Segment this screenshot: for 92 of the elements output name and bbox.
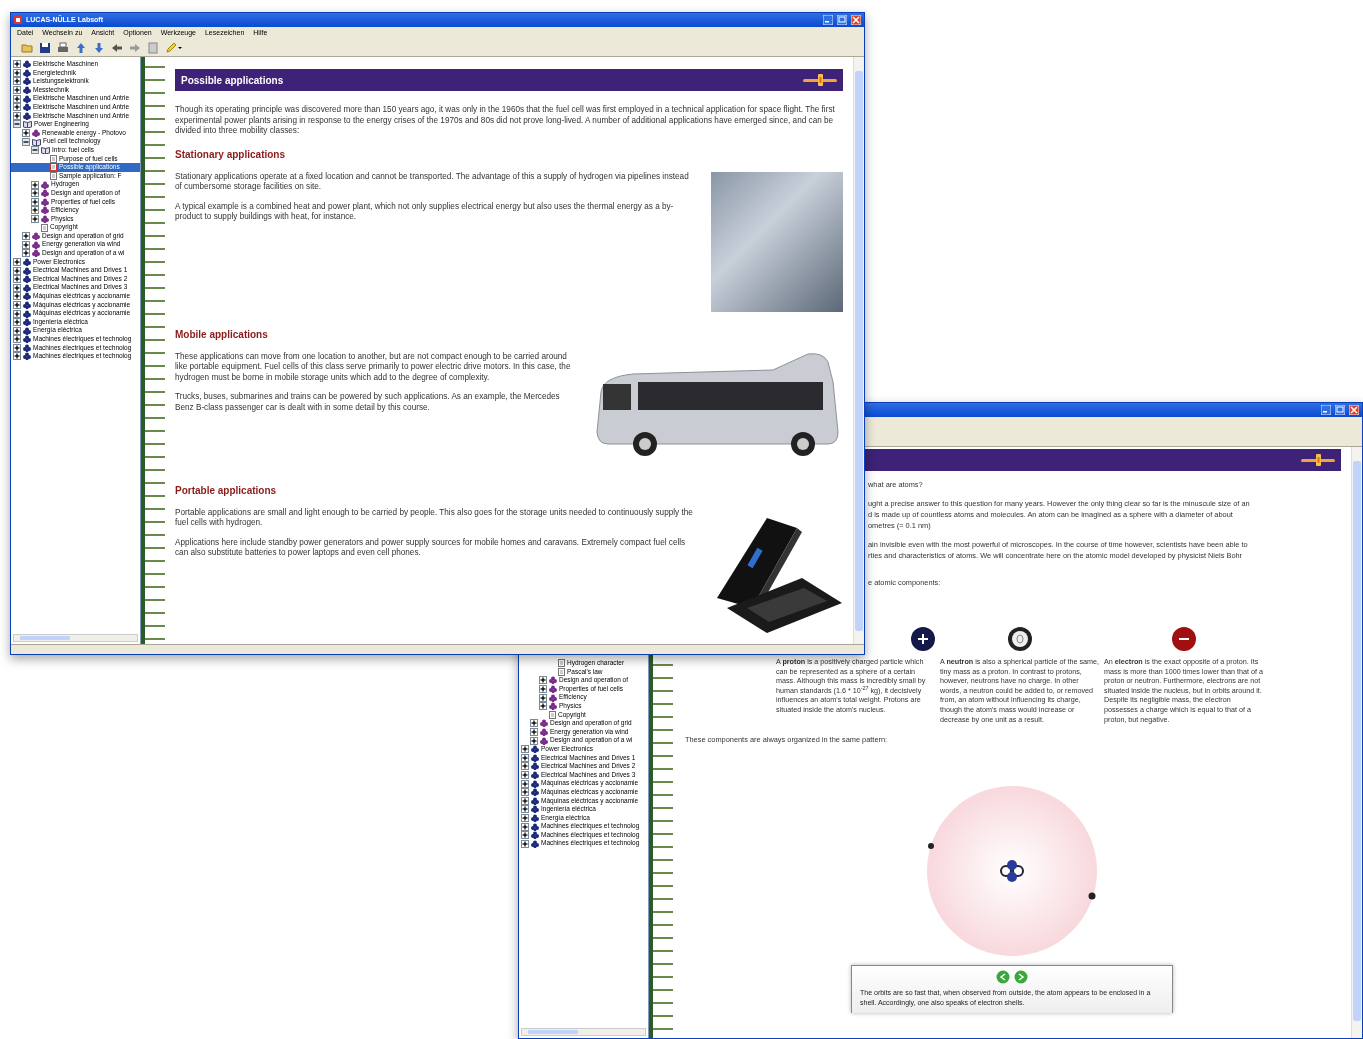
expand-toggle[interactable] bbox=[539, 702, 547, 711]
left-arrow-icon[interactable] bbox=[111, 42, 123, 54]
close-icon[interactable] bbox=[1349, 405, 1359, 415]
expand-toggle[interactable] bbox=[530, 719, 538, 728]
book-icon bbox=[32, 137, 41, 146]
horizontal-scrollbar[interactable] bbox=[521, 1028, 646, 1036]
expand-toggle[interactable] bbox=[13, 292, 21, 301]
book-icon bbox=[23, 120, 32, 129]
section-heading: Portable applications bbox=[175, 483, 278, 498]
expand-toggle[interactable] bbox=[13, 68, 21, 77]
electron-icon bbox=[1171, 626, 1197, 652]
expand-toggle[interactable] bbox=[31, 197, 39, 206]
expand-toggle[interactable] bbox=[521, 753, 529, 762]
expand-toggle[interactable] bbox=[530, 728, 538, 737]
neutron-icon bbox=[1007, 626, 1033, 652]
logo-icon bbox=[803, 74, 837, 86]
back-button[interactable] bbox=[996, 970, 1010, 985]
expand-toggle[interactable] bbox=[31, 146, 39, 155]
expand-toggle[interactable] bbox=[31, 189, 39, 198]
save-icon[interactable] bbox=[39, 42, 51, 54]
expand-toggle[interactable] bbox=[13, 352, 21, 361]
expand-toggle[interactable] bbox=[521, 831, 529, 840]
expand-toggle[interactable] bbox=[13, 60, 21, 69]
up-arrow-icon[interactable] bbox=[75, 42, 87, 54]
expand-toggle[interactable] bbox=[539, 676, 547, 685]
expand-toggle[interactable] bbox=[521, 805, 529, 814]
expand-toggle[interactable] bbox=[13, 300, 21, 309]
paragraph: Trucks, buses, submarines and trains can be powered by such applications. As an example, the Mercedes Benz B-class passenger car is dealt with in some detail by this course. bbox=[175, 392, 561, 413]
expand-toggle[interactable] bbox=[13, 326, 21, 335]
expand-toggle[interactable] bbox=[521, 796, 529, 805]
section-heading: Mobile applications bbox=[175, 327, 269, 342]
expand-toggle[interactable] bbox=[13, 77, 21, 86]
expand-toggle[interactable] bbox=[22, 129, 30, 138]
expand-toggle[interactable] bbox=[13, 343, 21, 352]
expand-toggle[interactable] bbox=[521, 788, 529, 797]
logo-icon bbox=[1301, 454, 1335, 466]
expand-toggle[interactable] bbox=[521, 771, 529, 779]
expand-toggle[interactable] bbox=[22, 240, 30, 249]
page-icon bbox=[549, 710, 556, 719]
maximize-icon[interactable] bbox=[1335, 405, 1345, 415]
expand-toggle[interactable] bbox=[13, 283, 21, 292]
expand-toggle[interactable] bbox=[521, 762, 529, 771]
expand-toggle[interactable] bbox=[521, 814, 529, 822]
minimize-icon[interactable] bbox=[1321, 405, 1331, 415]
expand-toggle[interactable] bbox=[22, 249, 30, 258]
expand-toggle[interactable] bbox=[13, 318, 21, 327]
expand-toggle[interactable] bbox=[22, 137, 30, 146]
expand-toggle[interactable] bbox=[31, 180, 39, 189]
app-icon bbox=[14, 16, 22, 24]
intro-paragraph: Though its operating principle was discovered more than 150 years ago, it was only in the 1960s that the fuel cell was first employed in a technical application for space flight. The first experimental power plants arising in response to the energy crises of the 1970s and 80s did not prove long-lived. A number of additional applications have emerged since, and can be divided into three mobility classes: bbox=[175, 105, 836, 137]
paragraph: These applications can move from one location to another, but are not compact enough to be carried around like portable equipment. Fuel cells of this class serve primarily to power electric drive motors. In this case, the hydrogen must be borne in mobile storage units which add to the degree of complexity. bbox=[175, 351, 572, 383]
expand-toggle[interactable] bbox=[530, 736, 538, 745]
expand-toggle[interactable] bbox=[13, 120, 21, 129]
minimize-icon[interactable] bbox=[823, 15, 833, 25]
expand-toggle[interactable] bbox=[521, 745, 529, 754]
expand-toggle[interactable] bbox=[13, 335, 21, 344]
print-icon[interactable] bbox=[57, 42, 69, 54]
expand-toggle[interactable] bbox=[13, 86, 21, 95]
expand-toggle[interactable] bbox=[31, 215, 39, 223]
expand-toggle[interactable] bbox=[13, 275, 21, 284]
paragraph: Portable applications are small and light enough to be carried by people. This also goes for the storage units needed to continuously supply the fuel cells with hydrogen. bbox=[175, 507, 693, 529]
horizontal-scrollbar[interactable] bbox=[13, 634, 138, 642]
expand-toggle[interactable] bbox=[22, 232, 30, 241]
page-title: Possible applications bbox=[181, 73, 284, 88]
molecule-icon bbox=[32, 129, 40, 138]
expand-toggle[interactable] bbox=[539, 685, 547, 694]
page-icon bbox=[41, 223, 48, 232]
proton-icon bbox=[910, 626, 936, 652]
vertical-scrollbar[interactable] bbox=[853, 57, 864, 644]
paragraph: Stationary applications operate at a fixed location and cannot be transported. The advantage of this a supply of hydrogen via pipelines instead of cumbersome storage facilities on site. bbox=[175, 171, 690, 193]
paragraph: A typical example is a combined heat and power plant, which not only supplies electrical energy but also uses the thermal energy as a by-product to supply buildings with heat, for instance. bbox=[175, 201, 675, 223]
folder-icon[interactable] bbox=[21, 42, 33, 54]
paragraph: Applications here include standby power generators and power supply sources for mobile homes and caravans. Extremely compact fuel cells can also substitute batteries to power laptops and even cell phones. bbox=[175, 537, 687, 559]
expand-toggle[interactable] bbox=[521, 839, 529, 848]
expand-toggle[interactable] bbox=[13, 266, 21, 275]
pencil-icon[interactable] bbox=[165, 42, 183, 54]
forward-button[interactable] bbox=[1014, 970, 1028, 985]
expand-toggle[interactable] bbox=[521, 822, 529, 831]
expand-toggle[interactable] bbox=[31, 206, 39, 215]
expand-toggle[interactable] bbox=[521, 779, 529, 788]
expand-toggle[interactable] bbox=[539, 693, 547, 702]
close-icon[interactable] bbox=[851, 15, 861, 25]
expand-toggle[interactable] bbox=[13, 309, 21, 318]
expand-toggle[interactable] bbox=[13, 103, 21, 112]
down-arrow-icon[interactable] bbox=[93, 42, 105, 54]
expand-toggle[interactable] bbox=[13, 257, 21, 266]
expand-toggle[interactable] bbox=[13, 111, 21, 120]
section-heading: Stationary applications bbox=[175, 147, 287, 162]
vertical-scrollbar[interactable] bbox=[1351, 447, 1362, 1038]
book-icon bbox=[41, 146, 50, 155]
expand-toggle[interactable] bbox=[13, 94, 21, 103]
maximize-icon[interactable] bbox=[837, 15, 847, 25]
